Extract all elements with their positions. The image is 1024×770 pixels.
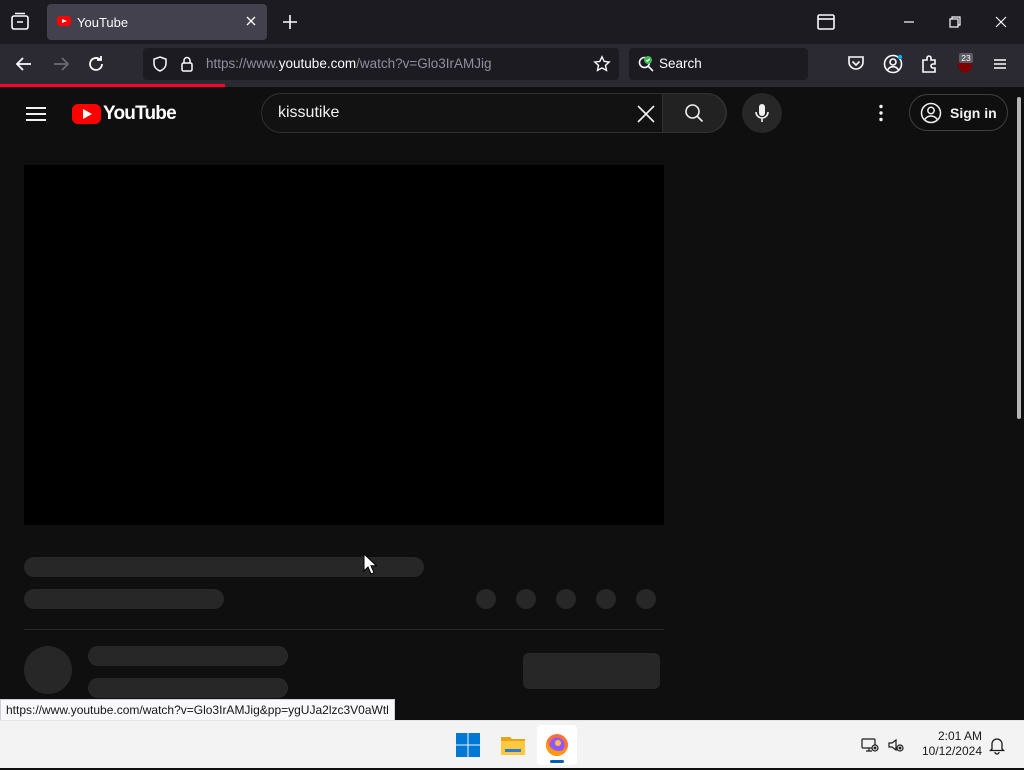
action-skeleton xyxy=(516,589,536,609)
network-status-icon[interactable] xyxy=(860,735,880,755)
list-all-tabs-icon[interactable] xyxy=(8,10,32,34)
folder-icon xyxy=(501,737,525,755)
file-explorer-button[interactable] xyxy=(493,725,533,765)
youtube-wordmark: YouTube xyxy=(103,103,177,124)
account-circle-icon xyxy=(920,102,942,124)
start-button[interactable] xyxy=(448,725,488,765)
views-skeleton xyxy=(24,589,224,609)
back-arrow-icon[interactable] xyxy=(12,52,36,76)
minimize-icon[interactable] xyxy=(897,10,921,34)
address-bar[interactable]: https://www.youtube.com/watch?v=Glo3IrAM… xyxy=(143,48,619,80)
volume-muted-icon[interactable] xyxy=(886,735,906,755)
clock-date: 10/12/2024 xyxy=(921,744,982,758)
search-engine-icon[interactable] xyxy=(637,55,655,73)
close-window-icon[interactable] xyxy=(989,10,1013,34)
system-clock[interactable]: 2:01 AM 10/12/2024 xyxy=(914,729,982,759)
guide-menu-icon[interactable] xyxy=(24,103,48,127)
youtube-play-logo-icon xyxy=(72,104,101,124)
channel-subs-skeleton xyxy=(88,678,288,698)
action-skeleton xyxy=(476,589,496,609)
action-skeleton xyxy=(636,589,656,609)
channel-avatar-skeleton xyxy=(24,646,72,694)
settings-more-icon[interactable] xyxy=(869,101,893,125)
youtube-favicon-icon xyxy=(57,16,71,26)
extensions-puzzle-icon[interactable] xyxy=(917,52,941,76)
sign-in-button[interactable]: Sign in xyxy=(909,94,1008,131)
browser-search-box[interactable]: Search xyxy=(629,48,808,80)
extension-badge-count: 23 xyxy=(961,53,971,63)
notification-bell-icon[interactable] xyxy=(987,735,1007,755)
new-tab-icon[interactable] xyxy=(279,11,301,33)
browser-tab-bar: YouTube xyxy=(0,0,1024,44)
tab-title: YouTube xyxy=(77,15,129,30)
search-icon xyxy=(685,104,704,123)
channel-name-skeleton xyxy=(88,646,288,666)
sign-in-label: Sign in xyxy=(950,105,997,121)
mouse-cursor-icon xyxy=(363,553,377,575)
tracking-protection-shield-icon[interactable] xyxy=(151,55,169,73)
windows-taskbar: 2:01 AM 10/12/2024 xyxy=(0,720,1024,768)
bookmark-star-icon[interactable] xyxy=(593,55,611,73)
active-app-indicator xyxy=(550,760,564,763)
video-player[interactable] xyxy=(24,165,664,525)
action-skeleton xyxy=(596,589,616,609)
ublock-extension-icon[interactable]: 23 xyxy=(953,52,977,76)
menu-hamburger-icon[interactable] xyxy=(988,52,1012,76)
forward-arrow-icon[interactable] xyxy=(49,52,73,76)
reload-icon[interactable] xyxy=(84,52,108,76)
voice-search-button[interactable] xyxy=(742,93,782,133)
restore-icon[interactable] xyxy=(943,10,967,34)
subscribe-skeleton xyxy=(523,653,660,689)
firefox-view-icon[interactable] xyxy=(814,10,838,34)
clear-search-icon[interactable] xyxy=(634,102,658,126)
browser-toolbar: https://www.youtube.com/watch?v=Glo3IrAM… xyxy=(0,44,1024,84)
youtube-search-button[interactable] xyxy=(662,93,726,133)
youtube-page: YouTube kissutike Sign in xyxy=(0,87,1024,720)
youtube-search-form: kissutike xyxy=(261,93,727,133)
link-status-tooltip: https://www.youtube.com/watch?v=Glo3IrAM… xyxy=(0,699,395,721)
windows-logo-icon xyxy=(456,733,480,757)
tab-youtube[interactable]: YouTube xyxy=(47,4,267,40)
youtube-search-input[interactable]: kissutike xyxy=(278,104,339,122)
clock-time: 2:01 AM xyxy=(937,729,982,743)
microphone-icon xyxy=(755,104,769,122)
firefox-icon xyxy=(546,734,568,756)
close-tab-icon[interactable] xyxy=(243,13,259,29)
pocket-icon[interactable] xyxy=(845,52,869,76)
search-placeholder: Search xyxy=(659,56,702,71)
firefox-taskbar-button[interactable] xyxy=(537,725,577,765)
action-skeleton xyxy=(556,589,576,609)
divider xyxy=(24,629,664,630)
page-scrollbar[interactable] xyxy=(1017,97,1021,419)
url-text[interactable]: https://www.youtube.com/watch?v=Glo3IrAM… xyxy=(206,56,492,71)
lock-icon[interactable] xyxy=(178,55,196,73)
account-icon[interactable] xyxy=(881,52,905,76)
